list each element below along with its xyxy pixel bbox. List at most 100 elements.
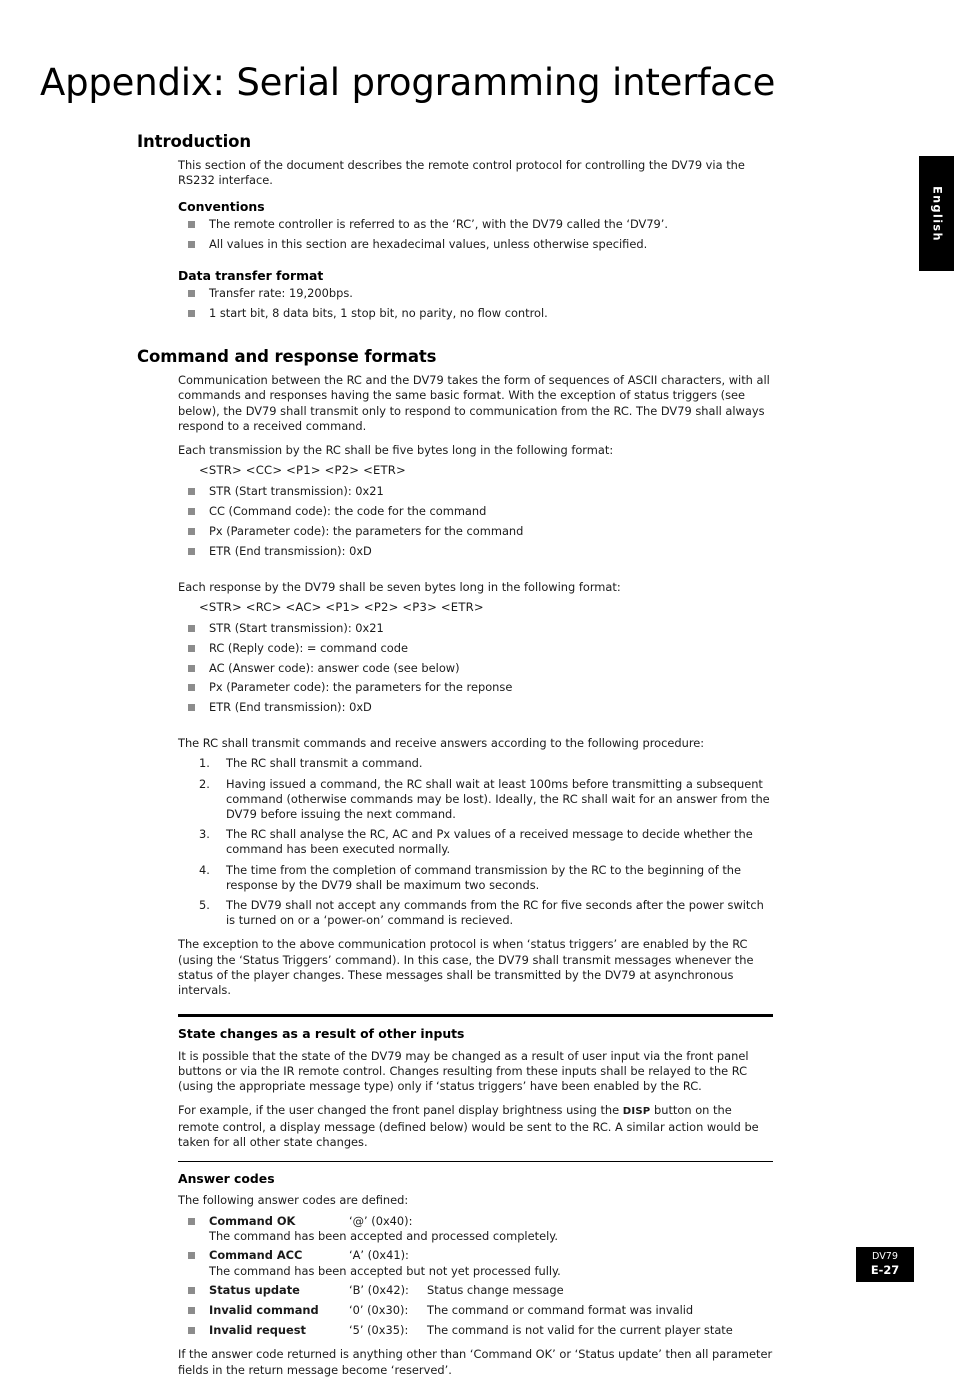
answer-code-name: Command ACC (209, 1248, 303, 1263)
list-item-text: Px (Parameter code): the parameters for … (209, 523, 524, 538)
page-title: Appendix: Serial programming interface (40, 60, 776, 104)
list-item-number: 1. (199, 756, 210, 771)
list-item: STR (Start transmission): 0x21 (178, 484, 773, 499)
list-item-text: ETR (End transmission): 0xD (209, 543, 372, 558)
square-bullet-icon (188, 1217, 195, 1225)
answer-codes-footnote: If the answer code returned is anything … (178, 1347, 773, 1377)
list-item: 1 start bit, 8 data bits, 1 stop bit, no… (178, 306, 773, 321)
list-item-text: Having issued a command, the RC shall wa… (226, 776, 770, 821)
data-transfer-list: Transfer rate: 19,200bps. 1 start bit, 8… (178, 286, 773, 321)
list-item-text: Px (Parameter code): the parameters for … (209, 680, 513, 695)
list-item-text: Transfer rate: 19,200bps. (209, 286, 353, 301)
list-item: STR (Start transmission): 0x21 (178, 621, 773, 636)
list-item: 4. The time from the completion of comman… (178, 863, 773, 893)
answer-codes-intro: The following answer codes are defined: (178, 1193, 409, 1208)
list-item-text: 1 start bit, 8 data bits, 1 stop bit, no… (209, 306, 548, 321)
procedure-list: 1. The RC shall transmit a command. 2. Hav… (178, 756, 773, 928)
list-item-text: STR (Start transmission): 0x21 (209, 484, 384, 499)
heading-answer-codes: Answer codes (178, 1171, 275, 1187)
section-command-formats: Command and response formats Communicati… (137, 347, 773, 998)
square-bullet-icon (188, 547, 195, 555)
square-bullet-icon (188, 310, 195, 318)
answer-code-value: ‘A’ (0x41): (349, 1248, 409, 1263)
heading-command-and-response-formats: Command and response formats (137, 347, 437, 367)
side-tab-label: English (930, 185, 943, 242)
answer-code-name: Invalid request (209, 1322, 306, 1337)
procedure-intro-paragraph: The RC shall transmit commands and recei… (178, 736, 705, 751)
square-bullet-icon (188, 488, 195, 496)
square-bullet-icon (188, 527, 195, 535)
square-bullet-icon (188, 684, 195, 692)
list-item: The remote controller is referred to as … (178, 217, 773, 232)
footer-page-badge: DV79 E-27 (856, 1247, 914, 1282)
disp-button-keyword: DISP (622, 1106, 651, 1118)
heading-data-transfer-format: Data transfer format (178, 268, 324, 284)
square-bullet-icon (188, 625, 195, 633)
list-item: 3. The RC shall analyse the RC, AC and Px… (178, 827, 773, 857)
list-item: RC (Reply code): = command code (178, 641, 773, 656)
answer-code-description: The command has been accepted but not ye… (209, 1263, 561, 1278)
section-answer-codes: Answer codes The following answer codes … (137, 1160, 773, 1378)
square-bullet-icon (188, 290, 195, 298)
list-item: 2. Having issued a command, the RC shall … (178, 777, 773, 823)
state-changes-paragraph-1: It is possible that the state of the DV7… (178, 1048, 749, 1094)
list-item: CC (Command code): the code for the comm… (178, 504, 773, 519)
table-row: Invalid request ‘5’ (0x35): The command is… (178, 1323, 773, 1338)
list-item-text: RC (Reply code): = command code (209, 640, 409, 655)
list-item-number: 3. (199, 827, 210, 842)
square-bullet-icon (188, 1326, 195, 1334)
list-item-text: ETR (End transmission): 0xD (209, 699, 372, 714)
square-bullet-icon (188, 1307, 195, 1315)
list-item-number: 5. (199, 898, 210, 912)
answer-code-description: The command or command format was invali… (427, 1303, 694, 1318)
answer-code-description: Status change message (427, 1283, 564, 1298)
answer-code-value: ‘5’ (0x35): (349, 1322, 409, 1337)
square-bullet-icon (188, 1252, 195, 1260)
footer-page-number: E-27 (870, 1263, 900, 1277)
answer-code-description: The command is not valid for the current… (427, 1322, 733, 1337)
list-item: ETR (End transmission): 0xD (178, 544, 773, 559)
document-page: Appendix: Serial programming interface I… (0, 0, 954, 1377)
response-intro-paragraph: Each response by the DV79 shall be seven… (178, 579, 621, 594)
list-item-text: The remote controller is referred to as … (209, 217, 669, 232)
transmission-intro-paragraph: Each transmission by the RC shall be fiv… (178, 443, 614, 458)
exception-paragraph: The exception to the above communication… (178, 937, 754, 998)
square-bullet-icon (188, 508, 195, 516)
square-bullet-icon (188, 221, 195, 229)
answer-code-value: ‘@’ (0x40): (349, 1213, 413, 1228)
footer-model-name: DV79 (872, 1251, 898, 1262)
command-overview-paragraph: Communication between the RC and the DV7… (178, 373, 770, 433)
state-changes-text-before: For example, if the user changed the fro… (178, 1103, 623, 1118)
answer-code-name: Command OK (209, 1213, 296, 1228)
square-bullet-icon (188, 703, 195, 711)
transmission-format-string: <STR> <CC> <P1> <P2> <ETR> (199, 463, 406, 478)
list-item-text: The RC shall analyse the RC, AC and Px v… (226, 827, 753, 857)
heading-conventions: Conventions (178, 199, 265, 215)
document-content: Introduction This section of the documen… (137, 132, 773, 1378)
list-item: Px (Parameter code): the parameters for … (178, 680, 773, 695)
list-item: Px (Parameter code): the parameters for … (178, 524, 773, 539)
list-item-text: The RC shall transmit a command. (226, 756, 423, 771)
list-item: Transfer rate: 19,200bps. (178, 286, 773, 301)
square-bullet-icon (188, 1287, 195, 1295)
square-bullet-icon (188, 664, 195, 672)
heading-introduction: Introduction (137, 132, 252, 151)
list-item: 1. The RC shall transmit a command. (178, 756, 773, 771)
state-changes-paragraph-2: For example, if the user changed the fro… (178, 1103, 773, 1150)
response-fields-list: STR (Start transmission): 0x21 RC (Reply… (178, 621, 773, 715)
list-item: AC (Answer code): answer code (see below… (178, 661, 773, 676)
list-item-text: AC (Answer code): answer code (see below… (209, 660, 460, 675)
side-tab-english: English (919, 156, 954, 271)
list-item-text: All values in this section are hexadecim… (209, 237, 648, 252)
answer-code-description: The command has been accepted and proces… (209, 1228, 558, 1243)
list-item-text: The DV79 shall not accept any commands f… (226, 898, 764, 928)
conventions-list: The remote controller is referred to as … (178, 217, 773, 252)
section-introduction: Introduction This section of the documen… (137, 132, 773, 321)
list-item-number: 2. (199, 776, 210, 791)
answer-code-name: Invalid command (209, 1303, 319, 1318)
list-item-text: CC (Command code): the code for the comm… (209, 504, 487, 519)
answer-code-value: ‘0’ (0x30): (349, 1303, 409, 1318)
answer-code-value: ‘B’ (0x42): (349, 1283, 409, 1298)
list-item: ETR (End transmission): 0xD (178, 700, 773, 715)
table-row: Command ACC ‘A’ (0x41):The command has be… (178, 1248, 773, 1278)
